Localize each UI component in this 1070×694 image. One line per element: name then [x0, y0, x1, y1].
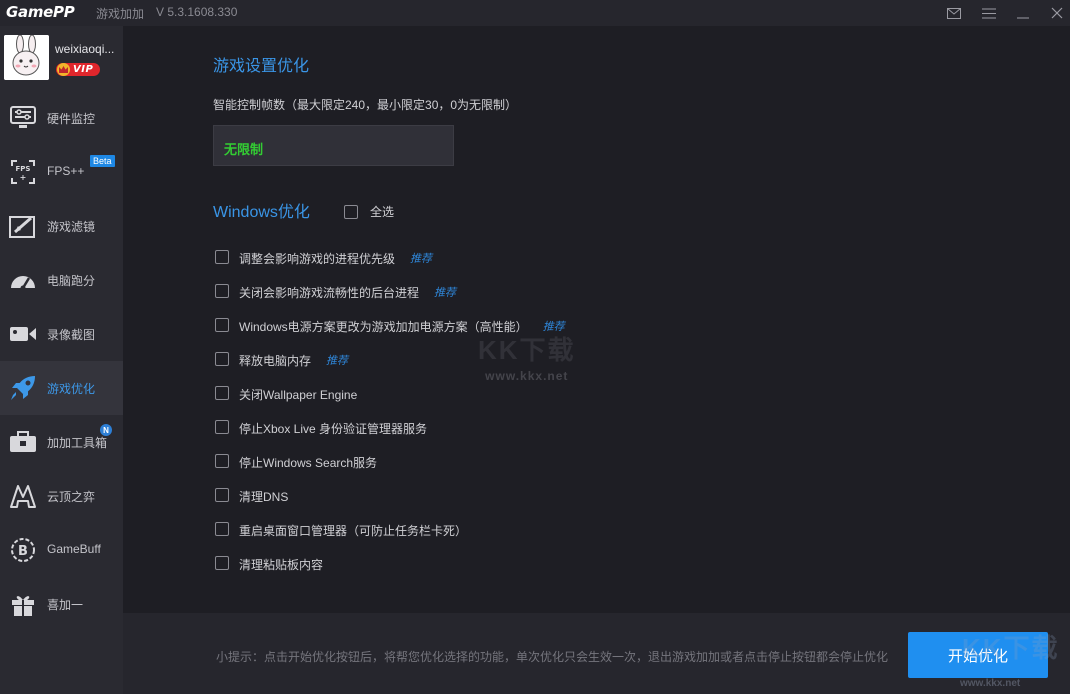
app-name: 游戏加加: [96, 7, 145, 21]
option-label: 释放电脑内存: [239, 353, 312, 368]
recommend-tag: 推荐: [542, 320, 565, 333]
sidebar-item-label: 电脑跑分: [47, 274, 96, 288]
option-clear-clipboard[interactable]: 清理粘贴板内容: [215, 547, 565, 581]
game-filter-icon: [8, 212, 38, 240]
option-label: 关闭Wallpaper Engine: [239, 387, 358, 402]
option-close-background[interactable]: 关闭会影响游戏流畅性的后台进程 推荐: [215, 275, 565, 309]
sidebar-item-label: 录像截图: [47, 328, 96, 342]
option-label: 停止Windows Search服务: [239, 455, 378, 470]
title-bar: GamePP 游戏加加 V 5.3.1608.330: [0, 0, 1070, 26]
sidebar-item-label: 游戏优化: [47, 382, 96, 396]
beta-badge: Beta: [90, 155, 115, 167]
sidebar-item-label: 云顶之弈: [47, 490, 96, 504]
option-label: 清理DNS: [239, 489, 289, 504]
sidebar-item-gift[interactable]: 喜加一: [0, 577, 123, 631]
sidebar-item-label: GameBuff: [47, 542, 101, 556]
menu-icon[interactable]: [978, 2, 1000, 24]
option-power-plan[interactable]: Windows电源方案更改为游戏加加电源方案（高性能） 推荐: [215, 309, 565, 343]
sidebar-item-game-optimize[interactable]: 游戏优化: [0, 361, 123, 415]
sidebar-item-label: FPS++: [47, 164, 85, 178]
minimize-icon[interactable]: [1012, 2, 1034, 24]
crown-icon: [57, 63, 70, 76]
checkbox[interactable]: [344, 204, 358, 219]
hardware-monitor-icon: [8, 104, 38, 132]
sidebar-item-toolbox[interactable]: 加加工具箱 N: [0, 415, 123, 469]
start-optimize-button[interactable]: 开始优化: [908, 632, 1048, 678]
select-all-checkbox[interactable]: 全选: [344, 203, 394, 220]
checkbox[interactable]: [215, 284, 229, 298]
sidebar-item-tft[interactable]: 云顶之弈: [0, 469, 123, 523]
checkbox[interactable]: [215, 318, 229, 332]
game-settings-title: 游戏设置优化: [213, 58, 310, 75]
option-label: 关闭会影响游戏流畅性的后台进程: [239, 285, 420, 300]
new-badge: N: [100, 424, 112, 436]
option-restart-dwm[interactable]: 重启桌面窗口管理器（可防止任务栏卡死）: [215, 513, 565, 547]
checkbox[interactable]: [215, 522, 229, 536]
user-profile[interactable]: weixiaoqi... VIP: [0, 26, 123, 88]
recommend-tag: 推荐: [434, 286, 457, 299]
checkbox[interactable]: [215, 488, 229, 502]
benchmark-icon: [8, 266, 38, 294]
sidebar-item-label: 喜加一: [47, 598, 84, 612]
avatar[interactable]: [4, 35, 49, 80]
option-process-priority[interactable]: 调整会影响游戏的进程优先级 推荐: [215, 241, 565, 275]
fps-description: 智能控制帧数（最大限定240，最小限定30，0为无限制）: [213, 98, 518, 112]
tip-text: 小提示：点击开始优化按钮后，将帮您优化选择的功能，单次优化只会生效一次，退出游戏…: [216, 650, 889, 664]
recommend-tag: 推荐: [410, 252, 433, 265]
option-label: 调整会影响游戏的进程优先级: [239, 251, 396, 266]
sidebar-item-label: 游戏滤镜: [47, 220, 96, 234]
select-all-label: 全选: [370, 205, 395, 219]
sidebar-item-label: 加加工具箱: [47, 436, 108, 450]
sidebar-item-hardware-monitor[interactable]: 硬件监控: [0, 91, 123, 145]
checkbox[interactable]: [215, 386, 229, 400]
option-flush-dns[interactable]: 清理DNS: [215, 479, 565, 513]
svg-text:B: B: [18, 544, 28, 559]
mail-icon[interactable]: [943, 2, 965, 24]
recommend-tag: 推荐: [326, 354, 349, 367]
sidebar-item-gamebuff[interactable]: B GameBuff: [0, 523, 123, 577]
main-panel: 游戏设置优化 智能控制帧数（最大限定240，最小限定30，0为无限制） 无限制 …: [123, 26, 1070, 613]
rocket-icon: [8, 374, 38, 402]
windows-optimize-title: Windows优化: [213, 204, 310, 221]
option-label: 清理粘贴板内容: [239, 557, 324, 572]
svg-text:FPS: FPS: [16, 165, 31, 173]
fps-limit-field[interactable]: 无限制: [213, 125, 454, 166]
vip-badge: VIP: [56, 63, 100, 76]
sidebar: weixiaoqi... VIP 硬件监控 FPS + FPS++ Beta 游…: [0, 26, 123, 694]
footer-bar: 小提示：点击开始优化按钮后，将帮您优化选择的功能，单次优化只会生效一次，退出游戏…: [123, 613, 1070, 694]
sidebar-item-benchmark[interactable]: 电脑跑分: [0, 253, 123, 307]
option-label: 停止Xbox Live 身份验证管理器服务: [239, 421, 428, 436]
username: weixiaoqi...: [55, 42, 115, 56]
checkbox[interactable]: [215, 352, 229, 366]
app-version: V 5.3.1608.330: [156, 5, 238, 19]
checkbox[interactable]: [215, 420, 229, 434]
option-label: Windows电源方案更改为游戏加加电源方案（高性能）: [239, 319, 528, 334]
app-logo: GamePP: [6, 3, 75, 21]
sidebar-nav: 硬件监控 FPS + FPS++ Beta 游戏滤镜 电脑跑分 录像截图 游戏优…: [0, 91, 123, 631]
checkbox[interactable]: [215, 556, 229, 570]
close-icon[interactable]: [1046, 2, 1068, 24]
svg-text:+: +: [20, 173, 27, 182]
checkbox[interactable]: [215, 454, 229, 468]
optimization-options: 调整会影响游戏的进程优先级 推荐 关闭会影响游戏流畅性的后台进程 推荐 Wind…: [215, 241, 565, 581]
toolbox-icon: [8, 428, 38, 456]
video-capture-icon: [8, 320, 38, 348]
checkbox[interactable]: [215, 250, 229, 264]
sidebar-item-video-capture[interactable]: 录像截图: [0, 307, 123, 361]
option-stop-windows-search[interactable]: 停止Windows Search服务: [215, 445, 565, 479]
tft-icon: [8, 482, 38, 510]
gift-icon: [8, 590, 38, 618]
fps-icon: FPS +: [8, 158, 38, 186]
option-label: 重启桌面窗口管理器（可防止任务栏卡死）: [239, 523, 468, 538]
sidebar-item-game-filter[interactable]: 游戏滤镜: [0, 199, 123, 253]
option-stop-xbox-live[interactable]: 停止Xbox Live 身份验证管理器服务: [215, 411, 565, 445]
gamebuff-icon: B: [8, 536, 38, 564]
vip-label: VIP: [73, 64, 94, 75]
sidebar-item-fps[interactable]: FPS + FPS++ Beta: [0, 145, 123, 199]
option-close-wallpaper-engine[interactable]: 关闭Wallpaper Engine: [215, 377, 565, 411]
sidebar-item-label: 硬件监控: [47, 112, 96, 126]
option-free-memory[interactable]: 释放电脑内存 推荐: [215, 343, 565, 377]
